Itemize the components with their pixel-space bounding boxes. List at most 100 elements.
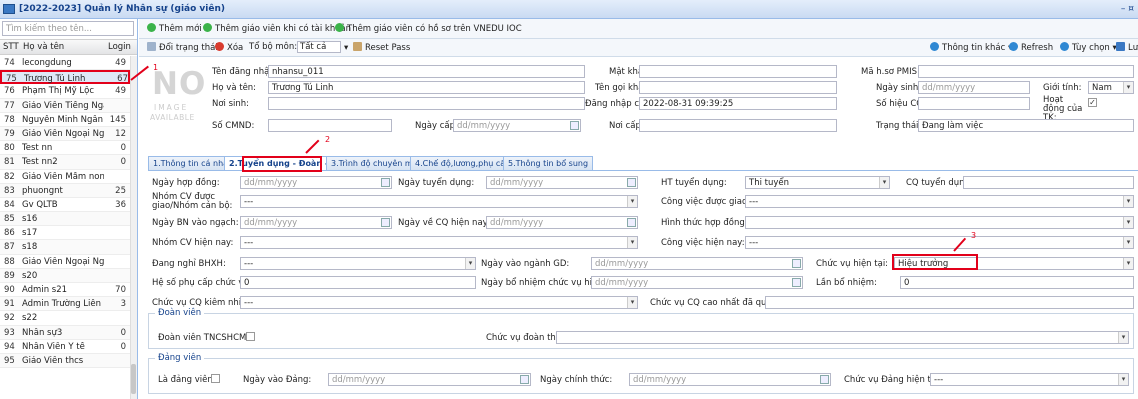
appoint-date-field[interactable]: dd/mm/yyyy bbox=[591, 276, 803, 289]
list-item[interactable]: 77 Giáo Viên Tiếng Nga bbox=[0, 98, 130, 113]
union-position-select[interactable]: ▾ bbox=[556, 331, 1129, 344]
return-date-field[interactable]: dd/mm/yyyy bbox=[486, 216, 638, 229]
fullname-field[interactable]: Trương Tú Linh bbox=[268, 81, 585, 94]
industry-date-field[interactable]: dd/mm/yyyy bbox=[591, 257, 803, 270]
list-item[interactable]: 95 Giáo Viên thcs bbox=[0, 353, 130, 369]
pmis-field[interactable] bbox=[918, 65, 1134, 78]
concurrent-select[interactable]: --- ▾ bbox=[240, 296, 638, 309]
list-item[interactable]: 82 Giáo Viên Mầm non bbox=[0, 170, 130, 184]
contract-date-field[interactable]: dd/mm/yyyy bbox=[240, 176, 392, 189]
status-field[interactable]: Đang làm việc bbox=[918, 119, 1134, 132]
search-input[interactable]: Tìm kiếm theo tên... bbox=[2, 21, 134, 36]
list-item[interactable]: 79 Giáo Viên Ngoại Ngữ 12 bbox=[0, 126, 130, 142]
issue-date-field[interactable]: dd/mm/yyyy bbox=[453, 119, 581, 132]
list-item[interactable]: 84 Gv QLTB 36 bbox=[0, 198, 130, 213]
allowance-field[interactable]: 0 bbox=[240, 276, 476, 289]
gender-select[interactable]: Nam ▾ bbox=[1088, 81, 1134, 94]
list-item-login: 3 bbox=[120, 299, 126, 310]
list-item[interactable]: 83 phuongnt 25 bbox=[0, 183, 130, 198]
hire-agency-field[interactable] bbox=[963, 176, 1134, 189]
appoint-times-label: Lần bổ nhiệm: bbox=[816, 278, 877, 288]
reset-pass-button[interactable]: Reset Pass bbox=[353, 42, 410, 53]
tab-salary[interactable]: 4.Chế độ,lương,phụ cấp bbox=[410, 156, 516, 170]
alias-field[interactable] bbox=[639, 81, 837, 94]
calendar-icon[interactable] bbox=[792, 278, 801, 287]
list-item[interactable]: 85 s16 bbox=[0, 212, 130, 227]
col-name[interactable]: Họ và tên bbox=[23, 42, 64, 52]
issue-place-field[interactable] bbox=[639, 119, 837, 132]
active-checkbox[interactable]: ✓ bbox=[1088, 98, 1097, 107]
list-item[interactable]: 90 Admin s21 70 bbox=[0, 283, 130, 298]
current-job-select[interactable]: --- ▾ bbox=[745, 236, 1134, 249]
party-join-field[interactable]: Ngày chính thức:dd/mm/yyyy bbox=[328, 373, 531, 386]
calendar-icon[interactable] bbox=[520, 375, 529, 384]
list-item[interactable]: 87 s18 bbox=[0, 240, 130, 255]
refresh-button[interactable]: Refresh bbox=[1009, 42, 1053, 53]
list-item[interactable]: 86 s17 bbox=[0, 226, 130, 241]
list-item[interactable]: 80 Test nn 0 bbox=[0, 141, 130, 156]
col-login[interactable]: Login bbox=[108, 42, 131, 52]
list-item-stt: 95 bbox=[4, 355, 15, 366]
idcard-field[interactable] bbox=[268, 119, 392, 132]
add-vnedu-button[interactable]: Thêm giáo viên có hồ sơ trên VNEDU IOC bbox=[335, 23, 522, 34]
group-filter-label: Tổ bộ môn: bbox=[249, 42, 298, 52]
list-item[interactable]: 76 Phạm Thị Mỹ Lộc 49 bbox=[0, 84, 130, 99]
bn-date-field[interactable]: dd/mm/yyyy bbox=[240, 216, 392, 229]
delete-button[interactable]: Xóa bbox=[215, 42, 243, 53]
profile-photo[interactable]: NO IMAGE AVAILABLE bbox=[148, 66, 206, 130]
list-item[interactable]: 89 s20 bbox=[0, 268, 130, 283]
assigned-job-select[interactable]: --- ▾ bbox=[745, 195, 1134, 208]
hire-date-field[interactable]: dd/mm/yyyy bbox=[486, 176, 638, 189]
party-official-field[interactable]: dd/mm/yyyy bbox=[629, 373, 831, 386]
highest-field[interactable] bbox=[765, 296, 1134, 309]
password-field[interactable] bbox=[639, 65, 837, 78]
current-cv-group-select[interactable]: --- ▾ bbox=[240, 236, 638, 249]
calendar-icon[interactable] bbox=[820, 375, 829, 384]
list-item[interactable]: 88 Giáo Viên Ngoại Ngữ... bbox=[0, 255, 130, 269]
add-account-button[interactable]: Thêm giáo viên khi có tài khoản bbox=[203, 23, 351, 34]
window-controls[interactable]: – ¤ bbox=[1121, 4, 1134, 14]
bhxh-leave-select[interactable]: --- ▾ bbox=[240, 257, 476, 270]
birthplace-field[interactable] bbox=[268, 97, 585, 110]
change-status-button[interactable]: Đổi trạng thái bbox=[147, 42, 218, 53]
cv-group-select[interactable]: --- ▾ bbox=[240, 195, 638, 208]
list-item[interactable]: 93 Nhân sự3 0 bbox=[0, 325, 130, 340]
hire-type-select[interactable]: Thi tuyển ▾ bbox=[745, 176, 890, 189]
add-button[interactable]: Thêm mới bbox=[147, 23, 202, 34]
cc-field[interactable] bbox=[918, 97, 1030, 110]
list-item[interactable]: 74 lecongdung 49 bbox=[0, 56, 130, 71]
appoint-times-field[interactable]: 0 bbox=[900, 276, 1134, 289]
group-filter-select[interactable]: Tất cả ▾ bbox=[297, 41, 348, 53]
list-item[interactable]: 75 Trương Tú Linh 67 bbox=[0, 70, 130, 85]
scrollbar-thumb[interactable] bbox=[131, 364, 136, 394]
list-item[interactable]: 81 Test nn2 0 bbox=[0, 155, 130, 170]
party-position-select[interactable]: --- ▾ bbox=[930, 373, 1129, 386]
last-login-field[interactable]: 2022-08-31 09:39:25 bbox=[639, 97, 837, 110]
calendar-icon[interactable] bbox=[570, 121, 579, 130]
chevron-down-icon: ▾ bbox=[1123, 217, 1133, 228]
calendar-icon[interactable] bbox=[627, 178, 636, 187]
list-item[interactable]: 91 Admin Trường Liên ... 3 bbox=[0, 297, 130, 312]
tab-additional[interactable]: 5.Thông tin bổ sung bbox=[503, 156, 594, 170]
toolbar-top: Thêm mới Thêm giáo viên khi có tài khoản… bbox=[139, 19, 1138, 39]
list-item[interactable]: 94 Nhân Viên Y tế 0 bbox=[0, 340, 130, 354]
calendar-icon[interactable] bbox=[381, 218, 390, 227]
union-legend: Đoàn viên bbox=[155, 308, 205, 318]
save-button[interactable]: Lưu bbox=[1116, 42, 1138, 53]
list-scrollbar[interactable] bbox=[130, 56, 137, 399]
list-item[interactable]: 92 s22 bbox=[0, 311, 130, 326]
calendar-icon[interactable] bbox=[627, 218, 636, 227]
dob-field[interactable]: dd/mm/yyyy bbox=[918, 81, 1030, 94]
union-member-checkbox[interactable] bbox=[246, 332, 255, 341]
contract-form-select[interactable]: ▾ bbox=[745, 216, 1134, 229]
more-info-button[interactable]: Thông tin khác ▾ bbox=[930, 42, 1012, 53]
list-item-name: lecongdung bbox=[22, 58, 72, 68]
username-field[interactable]: nhansu_011 bbox=[268, 65, 585, 78]
options-button[interactable]: Tùy chọn ▾ bbox=[1060, 42, 1117, 53]
col-stt[interactable]: STT bbox=[3, 42, 19, 52]
calendar-icon[interactable] bbox=[381, 178, 390, 187]
calendar-icon[interactable] bbox=[792, 259, 801, 268]
issue-date-label: Ngày cấp: bbox=[415, 121, 458, 131]
party-member-checkbox[interactable] bbox=[211, 374, 220, 383]
list-item[interactable]: 78 Nguyễn Minh Ngân 145 bbox=[0, 113, 130, 127]
